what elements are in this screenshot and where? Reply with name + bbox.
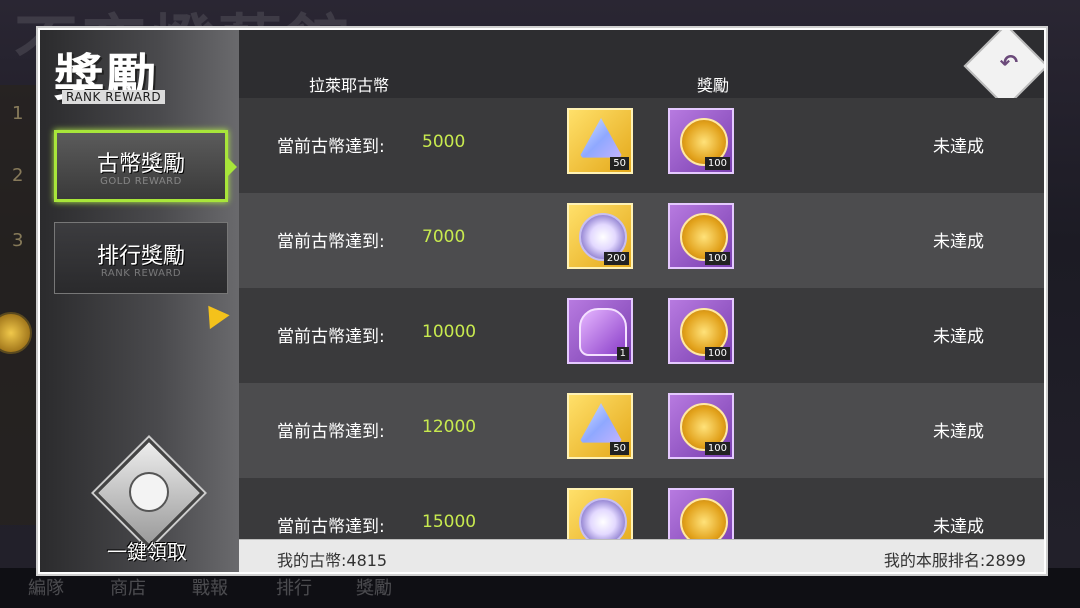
tab-ranking[interactable]: 排行 (276, 574, 312, 600)
reward-row: 當前古幣達到: 10000 1 100 未達成 (239, 288, 1044, 383)
threshold-label: 當前古幣達到: (277, 517, 385, 537)
sidebar: 獎勵 RANK REWARD 古幣獎勵 GOLD REWARD 排行獎勵 RAN… (40, 30, 239, 572)
threshold-label: 當前古幣達到: (277, 422, 385, 442)
tab-formation[interactable]: 編隊 (28, 574, 64, 600)
threshold-label: 當前古幣達到: (277, 232, 385, 252)
tab-reward[interactable]: 獎勵 (356, 574, 392, 600)
reward-row: 當前古幣達到: 5000 50 100 未達成 (239, 98, 1044, 193)
status-text: 未達成 (933, 517, 984, 537)
tab-battle-report[interactable]: 戰報 (192, 574, 228, 600)
tab-gold-reward-label: 古幣獎勵 (96, 151, 185, 177)
threshold-value: 10000 (422, 322, 477, 342)
rank-marker: 2 (12, 165, 24, 186)
reward-row: 當前古幣達到: 7000 200 100 未達成 (239, 193, 1044, 288)
reward-item[interactable]: 100 (668, 393, 734, 459)
cursor-icon (198, 298, 230, 330)
header-currency: 拉萊耶古幣 (309, 76, 390, 95)
tab-gold-reward-sub: GOLD REWARD (100, 175, 182, 187)
reward-content: 拉萊耶古幣 獎勵 ↶ 當前古幣達到: 5000 50 100 未達成 當前古幣達… (239, 30, 1044, 572)
item-count: 100 (704, 442, 730, 455)
background-rank-list: 1 2 3 (0, 85, 40, 525)
status-text: 未達成 (933, 232, 984, 252)
claim-all-label: 一鍵領取 (107, 540, 187, 564)
tab-gold-reward[interactable]: 古幣獎勵 GOLD REWARD (54, 130, 228, 202)
status-text: 未達成 (933, 137, 984, 157)
reward-item[interactable]: 1 (567, 298, 633, 364)
bottom-tab-bar: 編隊 商店 戰報 排行 獎勵 (0, 568, 1080, 608)
item-count: 100 (704, 252, 730, 265)
tab-rank-reward-sub: RANK REWARD (100, 267, 182, 279)
tab-rank-reward-label: 排行獎勵 (96, 243, 185, 269)
active-tab-pointer-icon (228, 158, 237, 176)
my-rank: 我的本服排名:2899 (883, 551, 1026, 570)
threshold-value: 15000 (422, 512, 477, 532)
rank-marker: 3 (12, 230, 24, 251)
item-count: 100 (704, 157, 730, 170)
item-count: 200 (603, 252, 629, 265)
table-header: 拉萊耶古幣 獎勵 (239, 30, 1044, 98)
panel-subtitle: RANK REWARD (62, 90, 166, 104)
reward-item[interactable]: 100 (668, 108, 734, 174)
threshold-label: 當前古幣達到: (277, 137, 385, 157)
powder-icon (579, 118, 623, 158)
status-text: 未達成 (933, 422, 984, 442)
tab-shop[interactable]: 商店 (110, 574, 146, 600)
threshold-value: 7000 (422, 227, 466, 247)
powder-icon (579, 403, 623, 443)
item-count: 50 (610, 157, 629, 170)
header-reward: 獎勵 (697, 76, 730, 95)
threshold-value: 12000 (422, 417, 477, 437)
reward-item[interactable]: 100 (668, 298, 734, 364)
reward-list: 當前古幣達到: 5000 50 100 未達成 當前古幣達到: 7000 200 (239, 98, 1044, 572)
item-count: 1 (616, 347, 629, 360)
reward-row: 當前古幣達到: 12000 50 100 未達成 (239, 383, 1044, 478)
reward-item[interactable]: 100 (668, 203, 734, 269)
status-text: 未達成 (933, 327, 984, 347)
item-count: 50 (610, 442, 629, 455)
threshold-value: 5000 (422, 132, 466, 152)
reward-item[interactable]: 200 (567, 203, 633, 269)
character-portrait-icon (129, 472, 169, 512)
reward-panel: 獎勵 RANK REWARD 古幣獎勵 GOLD REWARD 排行獎勵 RAN… (38, 28, 1046, 574)
tab-rank-reward[interactable]: 排行獎勵 RANK REWARD (54, 222, 228, 294)
rank-marker: 1 (12, 103, 24, 124)
threshold-label: 當前古幣達到: (277, 327, 385, 347)
back-arrow-icon: ↶ (999, 51, 1019, 76)
reward-item[interactable]: 50 (567, 393, 633, 459)
reward-item[interactable]: 50 (567, 108, 633, 174)
item-count: 100 (704, 347, 730, 360)
status-footer: 我的古幣:4815 我的本服排名:2899 (239, 539, 1044, 572)
claim-all-button[interactable]: 一鍵領取 (92, 437, 205, 566)
my-coins: 我的古幣:4815 (277, 551, 388, 570)
